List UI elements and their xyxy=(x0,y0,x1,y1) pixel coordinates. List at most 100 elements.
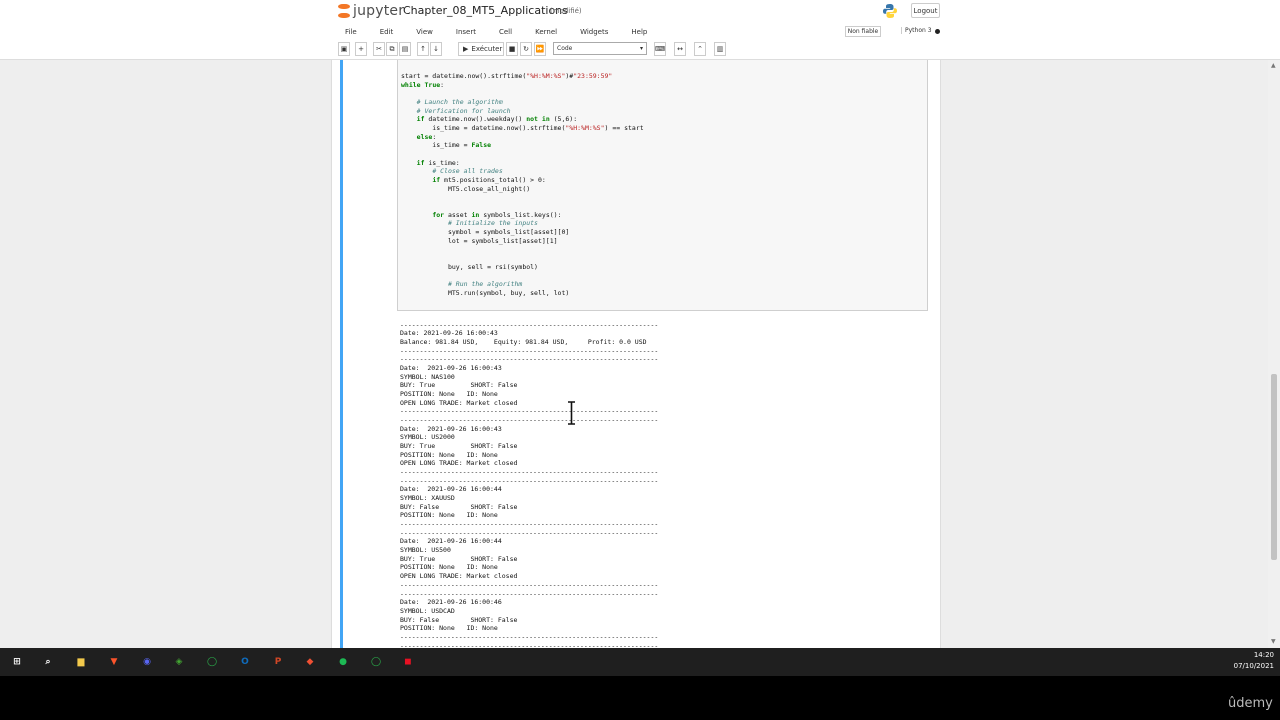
menu-cell[interactable]: Cell xyxy=(492,28,512,36)
system-clock[interactable]: 14:20 07/10/2021 xyxy=(1234,650,1274,672)
chart-icon[interactable]: ▥ xyxy=(714,42,726,56)
code-line: if datetime.now().weekday() not in (5,6)… xyxy=(416,115,578,124)
output-line: POSITION: None ID: None xyxy=(400,563,498,572)
output-line: BUY: True SHORT: False xyxy=(400,381,518,390)
kernel-name: Python 3 xyxy=(901,27,932,34)
copy-icon[interactable]: ⧉ xyxy=(386,42,398,56)
spotify-icon[interactable]: ● xyxy=(335,654,351,670)
output-line: OPEN LONG TRADE: Market closed xyxy=(400,398,518,407)
trusted-indicator[interactable]: Non fiable xyxy=(845,26,881,37)
code-line: lot = symbols_list[asset][1] xyxy=(401,236,558,245)
refresh-app-icon[interactable]: ◯ xyxy=(204,654,220,670)
output-line: POSITION: None ID: None xyxy=(400,450,498,459)
windows-taskbar: ⊞ ⌕ ▆ ▼ ◉ ◈ ◯ O P ◆ ● ◯ ◼ 14:20 07/10/2021 xyxy=(0,648,1280,676)
insert-cell-icon[interactable]: + xyxy=(355,42,367,56)
output-line: ----------------------------------------… xyxy=(400,632,659,641)
output-line: Date: 2021-09-26 16:00:43 xyxy=(400,364,502,373)
code-line: else: xyxy=(416,132,437,141)
code-line: start = datetime.now().strftime("%H:%M:%… xyxy=(401,72,613,80)
menu-insert[interactable]: Insert xyxy=(449,28,476,36)
powerpoint-icon[interactable]: P xyxy=(270,654,286,670)
output-line: Balance: 981.84 USD, Equity: 981.84 USD,… xyxy=(400,338,647,347)
cut-icon[interactable]: ✂ xyxy=(373,42,385,56)
code-line: is_time = datetime.now().strftime("%H:%M… xyxy=(401,124,644,133)
clock-date: 07/10/2021 xyxy=(1233,662,1274,670)
run-label: Exécuter xyxy=(471,45,503,53)
menu-file[interactable]: File xyxy=(338,28,357,36)
keyboard-icon[interactable]: ⌨ xyxy=(654,42,666,56)
jupyter-logo-text: jupyter xyxy=(353,3,405,19)
output-line: ----------------------------------------… xyxy=(400,346,659,355)
output-line: SYMBOL: US500 xyxy=(400,546,451,555)
code-line: if is_time: xyxy=(416,158,460,167)
code-line: # Verfication for launch xyxy=(416,106,511,115)
scroll-up-icon[interactable]: ▲ xyxy=(1271,62,1276,69)
discord-icon[interactable]: ◉ xyxy=(139,654,155,670)
chevron-down-icon: ▾ xyxy=(639,45,643,52)
code-line: is_time = False xyxy=(401,141,492,150)
paste-icon[interactable]: ▤ xyxy=(399,42,411,56)
output-line: POSITION: None ID: None xyxy=(400,390,498,399)
menu-help[interactable]: Help xyxy=(624,28,647,36)
jupyter-logo[interactable]: jupyter xyxy=(338,2,404,20)
expand-icon[interactable]: ↔ xyxy=(674,42,686,56)
output-line: ----------------------------------------… xyxy=(400,580,659,589)
brave-browser-icon[interactable]: ▼ xyxy=(106,654,122,670)
code-line: MT5.close_all_night() xyxy=(401,184,531,193)
output-line: ----------------------------------------… xyxy=(400,320,659,329)
output-line: OPEN LONG TRADE: Market closed xyxy=(400,459,518,468)
play-icon: ▶ xyxy=(463,45,469,53)
file-explorer-icon[interactable]: ▆ xyxy=(73,654,89,670)
scroll-thumb[interactable] xyxy=(1271,374,1277,560)
text-cursor-icon xyxy=(568,401,575,425)
presenter-app-icon[interactable]: ◼ xyxy=(400,654,416,670)
code-cell-input[interactable]: start = datetime.now().strftime("%H:%M:%… xyxy=(397,60,928,311)
start-menu-icon[interactable]: ⊞ xyxy=(9,654,25,670)
notebook-name[interactable]: Chapter_08_MT5_Applications xyxy=(403,4,568,17)
menu-kernel[interactable]: Kernel xyxy=(528,28,557,36)
collapse-icon[interactable]: ⌃ xyxy=(694,42,706,56)
menu-view[interactable]: View xyxy=(409,28,433,36)
search-icon[interactable]: ⌕ xyxy=(40,654,56,670)
menu-widgets[interactable]: Widgets xyxy=(573,28,608,36)
menu-edit[interactable]: Edit xyxy=(373,28,394,36)
outlook-icon[interactable]: O xyxy=(237,654,253,670)
cell-type-select[interactable]: Code ▾ xyxy=(553,42,647,55)
output-line: BUY: False SHORT: False xyxy=(400,502,518,511)
code-line: # Initialize the inputs xyxy=(447,219,538,228)
save-icon[interactable]: ▣ xyxy=(338,42,350,56)
code-line: symbol = symbols_list[asset][0] xyxy=(401,228,570,237)
notebook-header: jupyter Chapter_08_MT5_Applications (mod… xyxy=(0,0,1280,60)
scroll-down-icon[interactable]: ▼ xyxy=(1271,638,1276,645)
code-line: # Run the algorithm xyxy=(447,280,523,289)
output-line: ----------------------------------------… xyxy=(400,468,659,477)
stop-icon[interactable]: ■ xyxy=(506,42,518,56)
udemy-watermark: ûdemy xyxy=(1228,696,1273,711)
output-line: BUY: True SHORT: False xyxy=(400,554,518,563)
output-line: ----------------------------------------… xyxy=(400,520,659,529)
restart-icon[interactable]: ↻ xyxy=(520,42,532,56)
python-logo-icon xyxy=(883,4,897,18)
git-icon[interactable]: ◆ xyxy=(302,654,318,670)
sync-app-icon[interactable]: ◯ xyxy=(368,654,384,670)
output-line: Date: 2021-09-26 16:00:44 xyxy=(400,537,502,546)
output-line: Date: 2021-09-26 16:00:43 xyxy=(400,424,502,433)
output-line: BUY: True SHORT: False xyxy=(400,442,518,451)
run-button[interactable]: ▶ Exécuter xyxy=(458,42,504,56)
move-up-icon[interactable]: ↑ xyxy=(417,42,429,56)
vertical-scrollbar[interactable]: ▲ ▼ xyxy=(1268,60,1280,648)
fast-forward-icon[interactable]: ⏩ xyxy=(534,42,546,56)
logout-button[interactable]: Logout xyxy=(911,3,940,18)
output-line: Date: 2021-09-26 16:00:43 xyxy=(400,329,498,338)
output-line: Date: 2021-09-26 16:00:44 xyxy=(400,485,502,494)
move-down-icon[interactable]: ↓ xyxy=(430,42,442,56)
output-line: ----------------------------------------… xyxy=(400,476,659,485)
code-line: buy, sell = rsi(symbol) xyxy=(401,262,538,271)
code-editor[interactable]: start = datetime.now().strftime("%H:%M:%… xyxy=(401,72,644,297)
output-line: SYMBOL: NAS100 xyxy=(400,372,455,381)
output-line: Date: 2021-09-26 16:00:46 xyxy=(400,598,502,607)
output-line: ----------------------------------------… xyxy=(400,416,659,425)
anaconda-icon[interactable]: ◈ xyxy=(171,654,187,670)
cell-type-value: Code xyxy=(557,45,573,52)
output-line: ----------------------------------------… xyxy=(400,407,659,416)
